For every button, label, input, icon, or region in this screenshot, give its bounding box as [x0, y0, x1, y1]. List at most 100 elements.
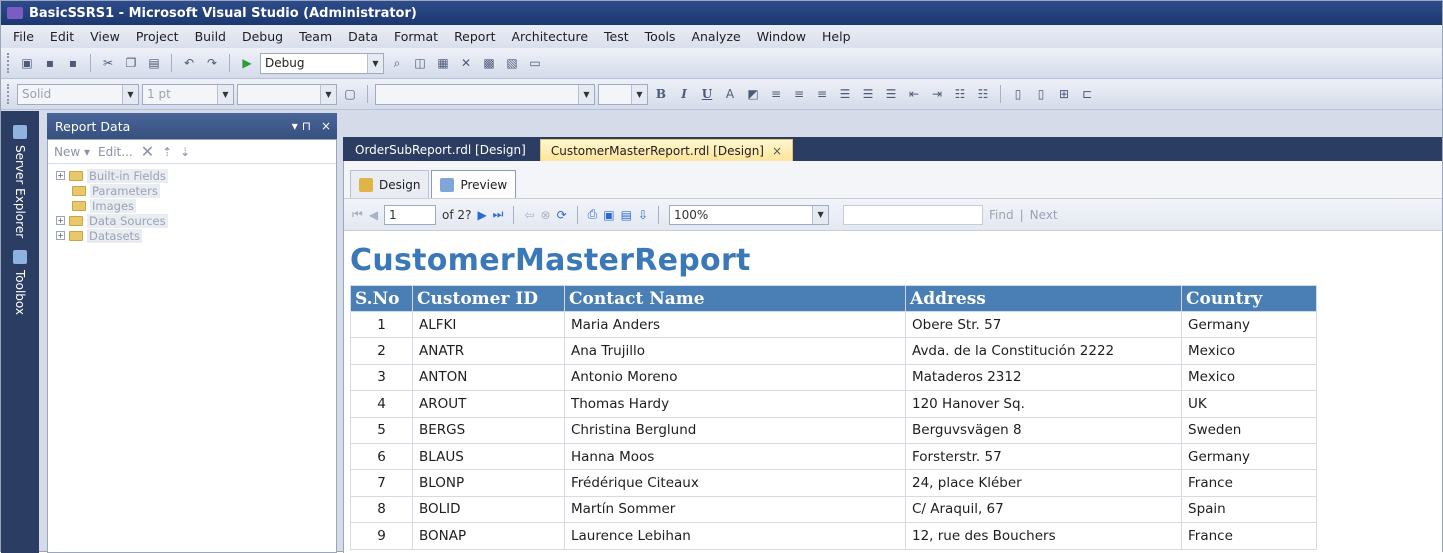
page-setup-icon[interactable]: ▤: [621, 208, 632, 222]
menu-debug[interactable]: Debug: [234, 29, 291, 44]
menu-build[interactable]: Build: [187, 29, 234, 44]
start-debugging-icon[interactable]: ▶: [237, 53, 257, 73]
close-icon[interactable]: ×: [321, 119, 331, 133]
tree-item-datasets[interactable]: + Datasets: [56, 228, 336, 243]
next-page-icon[interactable]: ▶: [477, 208, 486, 222]
expand-icon[interactable]: +: [56, 231, 65, 240]
expand-icon[interactable]: +: [56, 216, 65, 225]
new-project-icon[interactable]: ▣: [17, 53, 37, 73]
zoom-select[interactable]: 100% ▼: [669, 204, 830, 225]
border-icon[interactable]: ▢: [340, 84, 360, 104]
border-color-select[interactable]: ▼: [237, 83, 337, 105]
undo-icon[interactable]: ↶: [179, 53, 199, 73]
object-browser-icon[interactable]: ▧: [502, 53, 522, 73]
border-width-select[interactable]: 1 pt ▼: [142, 83, 234, 105]
menu-report[interactable]: Report: [446, 29, 503, 44]
server-explorer-tab[interactable]: Server Explorer: [13, 119, 27, 244]
title-bar[interactable]: BasicSSRS1 - Microsoft Visual Studio (Ad…: [1, 1, 1442, 25]
first-page-icon[interactable]: ⏮: [352, 207, 363, 222]
find-in-files-icon[interactable]: ⌕: [387, 53, 407, 73]
border-style-select[interactable]: Solid ▼: [17, 83, 139, 105]
font-color-icon[interactable]: A: [720, 84, 740, 104]
delete-icon[interactable]: ✕: [141, 142, 154, 161]
refresh-icon[interactable]: ⟳: [557, 208, 567, 222]
copy-icon[interactable]: ❐: [121, 53, 141, 73]
menu-project[interactable]: Project: [128, 29, 187, 44]
bullets-icon[interactable]: ☷: [950, 84, 970, 104]
previous-page-icon[interactable]: ◀: [369, 208, 378, 222]
export-icon[interactable]: ⇩: [638, 208, 648, 222]
menu-file[interactable]: File: [5, 29, 42, 44]
tab-design[interactable]: Design: [350, 170, 430, 198]
layout-icon[interactable]: ▯: [1031, 84, 1051, 104]
align-center-icon[interactable]: ≡: [789, 84, 809, 104]
layout-icon[interactable]: ▯: [1008, 84, 1028, 104]
paste-icon[interactable]: ▤: [144, 53, 164, 73]
window-icon[interactable]: ▭: [525, 53, 545, 73]
toolbar-separator: [513, 205, 515, 224]
toolbox-icon[interactable]: ✕: [456, 53, 476, 73]
close-icon[interactable]: ×: [772, 144, 782, 158]
move-up-icon[interactable]: ⇡: [162, 145, 172, 159]
align-right-icon[interactable]: ≡: [812, 84, 832, 104]
decrease-indent-icon[interactable]: ⇤: [904, 84, 924, 104]
expand-icon[interactable]: +: [56, 171, 65, 180]
tab-order-sub-report[interactable]: OrderSubReport.rdl [Design]: [345, 139, 536, 161]
save-icon[interactable]: ▪: [40, 53, 60, 73]
tab-customer-master-report[interactable]: CustomerMasterReport.rdl [Design] ×: [539, 139, 794, 161]
underline-button[interactable]: U: [697, 84, 717, 104]
menu-architecture[interactable]: Architecture: [504, 29, 597, 44]
move-down-icon[interactable]: ⇣: [180, 145, 190, 159]
bold-button[interactable]: B: [651, 84, 671, 104]
cut-icon[interactable]: ✂: [98, 53, 118, 73]
menu-view[interactable]: View: [82, 29, 128, 44]
edit-button[interactable]: Edit...: [98, 145, 133, 159]
menu-analyze[interactable]: Analyze: [683, 29, 748, 44]
size-icon[interactable]: ⊞: [1054, 84, 1074, 104]
solution-config-select[interactable]: Debug ▼: [260, 52, 384, 74]
print-icon[interactable]: ⎙: [588, 207, 598, 222]
page-number-input[interactable]: 1: [384, 204, 437, 225]
next-link[interactable]: Next: [1030, 208, 1058, 222]
font-family-select[interactable]: ▼: [375, 83, 595, 105]
last-page-icon[interactable]: ⏭: [493, 207, 504, 222]
background-color-icon[interactable]: ◩: [743, 84, 763, 104]
font-size-select[interactable]: ▼: [598, 83, 648, 105]
tab-preview[interactable]: Preview: [431, 170, 517, 198]
toolbar-grip[interactable]: [7, 84, 10, 104]
menu-help[interactable]: Help: [814, 29, 859, 44]
menu-tools[interactable]: Tools: [637, 29, 684, 44]
italic-button[interactable]: I: [674, 84, 694, 104]
menu-team[interactable]: Team: [291, 29, 340, 44]
redo-icon[interactable]: ↷: [202, 53, 222, 73]
align-middle-icon[interactable]: ☰: [858, 84, 878, 104]
numbering-icon[interactable]: ☷: [973, 84, 993, 104]
tree-item-data-sources[interactable]: + Data Sources: [56, 213, 336, 228]
spacing-icon[interactable]: ⊏: [1077, 84, 1097, 104]
new-button[interactable]: New ▾: [54, 145, 90, 159]
properties-icon[interactable]: ▦: [433, 53, 453, 73]
menu-format[interactable]: Format: [386, 29, 446, 44]
align-top-icon[interactable]: ☰: [835, 84, 855, 104]
find-input[interactable]: [843, 204, 984, 225]
align-bottom-icon[interactable]: ☰: [881, 84, 901, 104]
stop-icon[interactable]: ⊗: [541, 208, 551, 222]
menu-test[interactable]: Test: [596, 29, 637, 44]
save-all-icon[interactable]: ▪: [63, 53, 83, 73]
toolbar-grip[interactable]: [7, 53, 10, 73]
pin-icon[interactable]: ▾ ⊓: [292, 119, 311, 133]
toolbox-tab[interactable]: Toolbox: [13, 244, 27, 321]
print-layout-icon[interactable]: ▣: [603, 208, 614, 222]
find-link[interactable]: Find: [989, 208, 1014, 222]
menu-data[interactable]: Data: [340, 29, 386, 44]
align-left-icon[interactable]: ≡: [766, 84, 786, 104]
increase-indent-icon[interactable]: ⇥: [927, 84, 947, 104]
menu-window[interactable]: Window: [749, 29, 814, 44]
tree-item-built-in-fields[interactable]: + Built-in Fields: [56, 168, 336, 183]
back-icon[interactable]: ⇦: [524, 208, 534, 222]
menu-edit[interactable]: Edit: [42, 29, 82, 44]
tree-item-images[interactable]: Images: [56, 198, 336, 213]
class-view-icon[interactable]: ▩: [479, 53, 499, 73]
solution-explorer-icon[interactable]: ◫: [410, 53, 430, 73]
tree-item-parameters[interactable]: Parameters: [56, 183, 336, 198]
